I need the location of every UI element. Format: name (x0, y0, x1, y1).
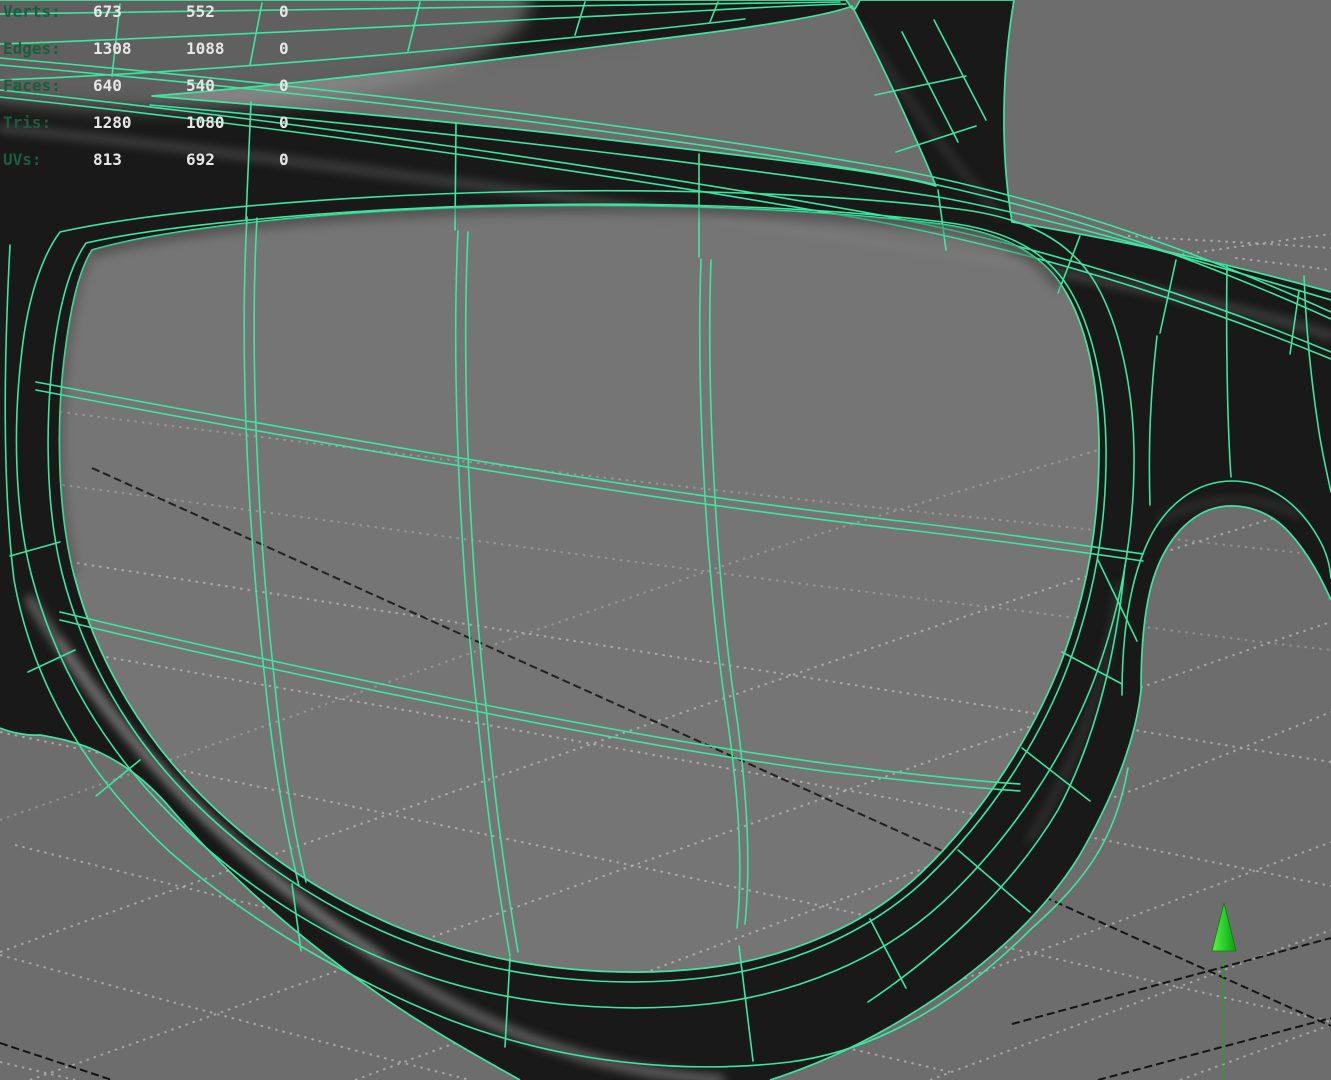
hud-value: 640 (93, 76, 122, 95)
hud-value: 0 (279, 39, 289, 58)
hud-value: 1080 (186, 113, 225, 132)
hud-label: Tris: (3, 113, 52, 132)
hud-value: 552 (186, 2, 215, 21)
hud-value: 540 (186, 76, 215, 95)
hud-value: 1280 (93, 113, 132, 132)
hud-label: Edges: (3, 39, 61, 58)
hud-value: 0 (279, 113, 289, 132)
hud-value: 0 (279, 150, 289, 169)
hud-value: 0 (279, 76, 289, 95)
hud-value: 1088 (186, 39, 225, 58)
hud-label: Faces: (3, 76, 61, 95)
hud-value: 692 (186, 150, 215, 169)
hud-label: Verts: (3, 2, 61, 21)
hud-value: 673 (93, 2, 122, 21)
viewport[interactable]: Verts: 673 552 0 Edges: 1308 1088 0 Faces: 640 540… (0, 0, 1331, 1080)
hud-value: 813 (93, 150, 122, 169)
hud-value: 1308 (93, 39, 132, 58)
hud-value: 0 (279, 2, 289, 21)
hud-label: UVs: (3, 150, 42, 169)
